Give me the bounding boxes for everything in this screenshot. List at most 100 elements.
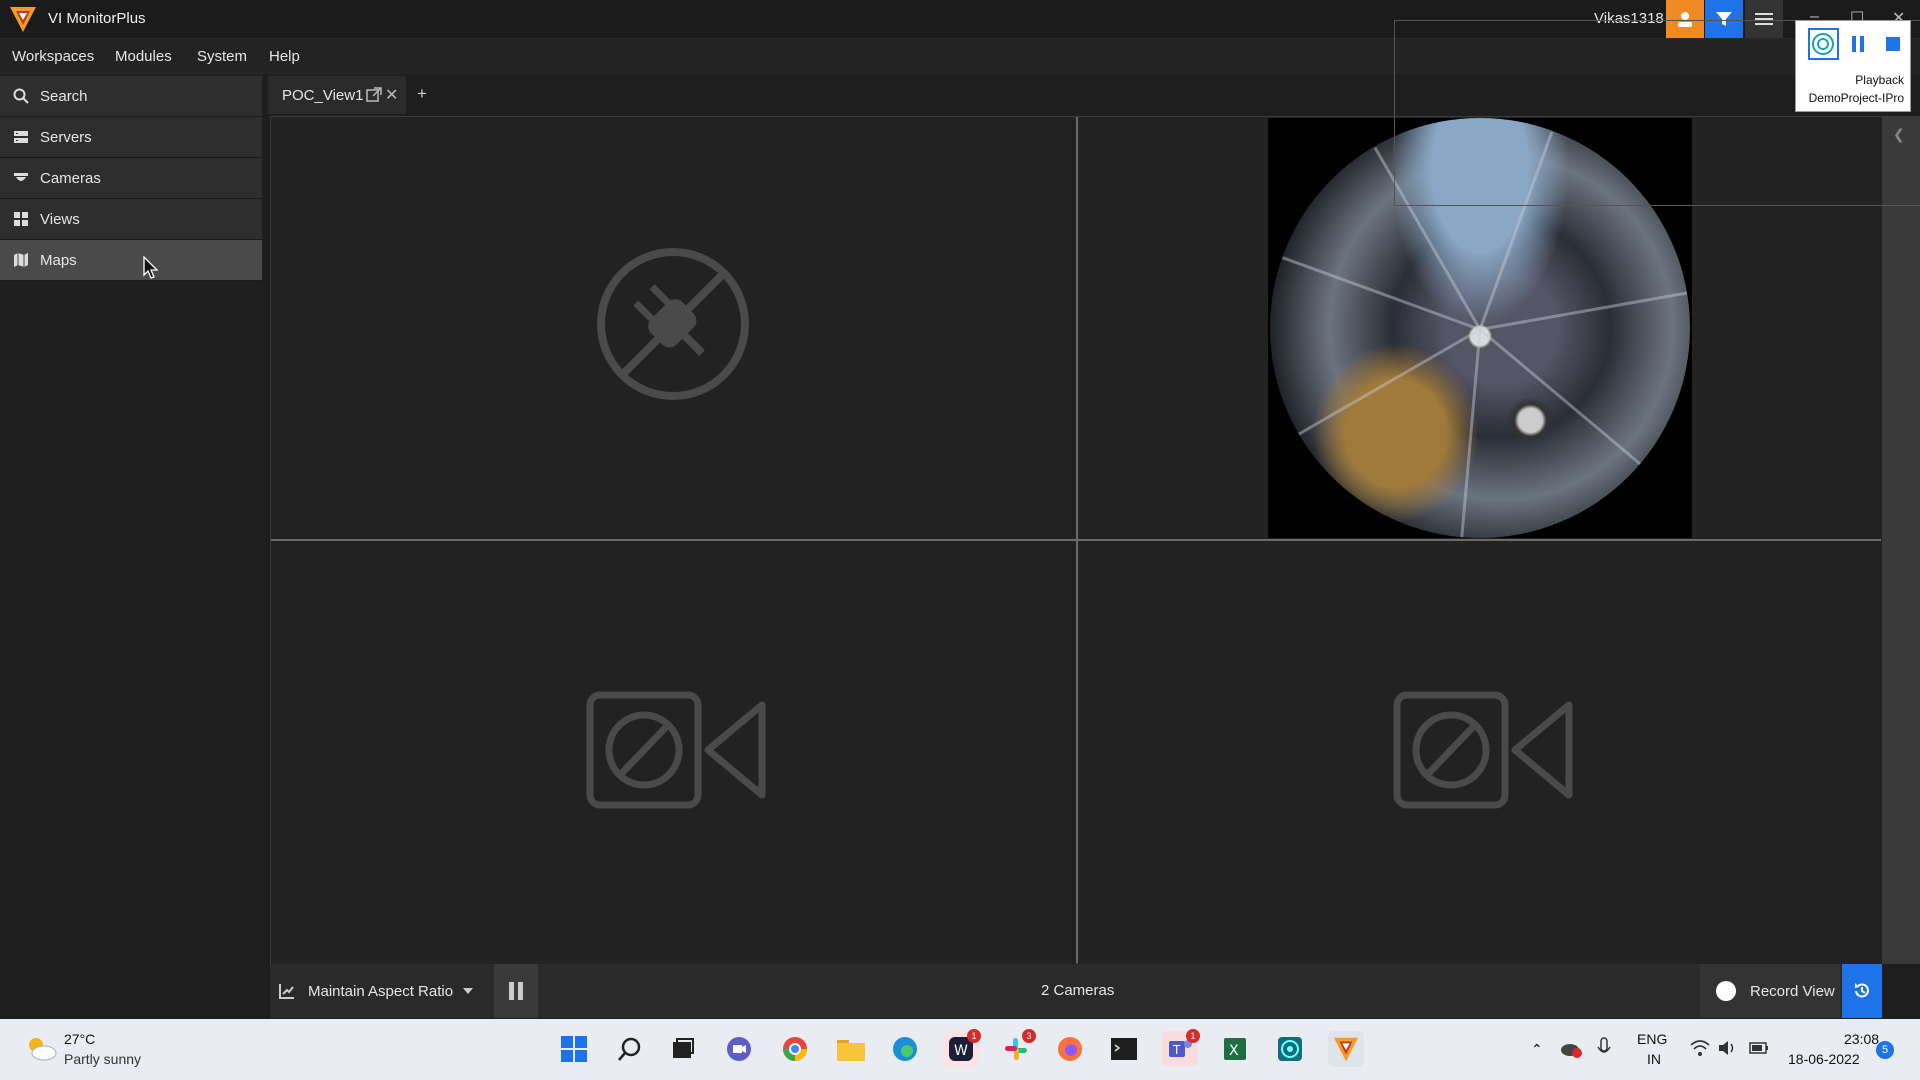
app-title: VI MonitorPlus bbox=[48, 10, 146, 27]
volume-icon[interactable] bbox=[1718, 1039, 1738, 1057]
chevron-up-icon[interactable]: ⌃ bbox=[1531, 1019, 1543, 1080]
app-gear-button[interactable] bbox=[1808, 28, 1839, 60]
sidebar-item-label: Views bbox=[40, 210, 80, 228]
pause-button[interactable] bbox=[1843, 28, 1874, 60]
microphone-icon[interactable] bbox=[1597, 1037, 1611, 1059]
folder-icon bbox=[837, 1040, 865, 1061]
tab-label: POC_View1 bbox=[282, 86, 364, 104]
menu-modules[interactable]: Modules bbox=[115, 48, 172, 65]
close-icon[interactable]: ✕ bbox=[385, 85, 398, 105]
excel-icon: X bbox=[1224, 1038, 1246, 1060]
svg-text:X: X bbox=[1229, 1043, 1239, 1059]
chrome-icon bbox=[783, 1037, 807, 1061]
weather-description[interactable]: Partly sunny bbox=[64, 1051, 141, 1067]
input-region[interactable]: IN bbox=[1647, 1051, 1661, 1067]
terminal-button[interactable] bbox=[1106, 1031, 1142, 1067]
grid-divider-horizontal bbox=[271, 539, 1881, 541]
svg-text:W: W bbox=[954, 1043, 968, 1059]
video-cell-3[interactable] bbox=[271, 541, 1076, 964]
history-icon bbox=[1855, 983, 1869, 998]
camera-dome-icon bbox=[12, 169, 30, 187]
menu-system[interactable]: System bbox=[197, 48, 247, 65]
ceiling-beam bbox=[1460, 329, 1482, 538]
stop-icon bbox=[1885, 37, 1900, 51]
sidebar-item-maps[interactable]: Maps bbox=[0, 240, 262, 281]
ceiling-beam bbox=[1479, 291, 1688, 331]
teams-button[interactable]: T 1 bbox=[1162, 1029, 1200, 1067]
edge-button[interactable] bbox=[887, 1031, 923, 1067]
camera-disabled-icon bbox=[586, 691, 766, 809]
record-dot-icon bbox=[1716, 981, 1736, 1001]
notification-badge: 1 bbox=[967, 1029, 981, 1043]
mouse-cursor-icon bbox=[143, 256, 159, 279]
sidebar-item-label: Servers bbox=[40, 128, 92, 146]
video-cell-1[interactable] bbox=[271, 117, 1076, 540]
file-explorer-button[interactable] bbox=[833, 1031, 869, 1067]
search-icon bbox=[618, 1037, 641, 1061]
webex-button[interactable]: W 1 bbox=[943, 1029, 981, 1067]
edge-icon bbox=[893, 1037, 917, 1061]
popup-mode-label: Playback bbox=[1855, 73, 1904, 87]
sidebar-item-cameras[interactable]: Cameras bbox=[0, 158, 262, 199]
app-logo-icon bbox=[10, 7, 36, 32]
notification-badge: 3 bbox=[1022, 1029, 1036, 1043]
aspect-ratio-dropdown[interactable]: Maintain Aspect Ratio bbox=[278, 964, 474, 1018]
pause-icon bbox=[509, 982, 523, 1000]
video-cell-4[interactable] bbox=[1078, 541, 1883, 964]
clock-time[interactable]: 23:08 bbox=[1844, 1031, 1879, 1047]
chrome-button[interactable] bbox=[777, 1031, 813, 1067]
partly-sunny-icon[interactable] bbox=[24, 1033, 58, 1063]
sidebar-item-servers[interactable]: Servers bbox=[0, 117, 262, 158]
battery-icon[interactable] bbox=[1749, 1041, 1769, 1055]
popout-icon[interactable] bbox=[366, 87, 382, 103]
svg-text:T: T bbox=[1172, 1043, 1181, 1057]
aspect-ratio-icon bbox=[279, 984, 294, 999]
gear-app-button[interactable] bbox=[1272, 1031, 1308, 1067]
weather-temperature[interactable]: 27°C bbox=[64, 1031, 95, 1047]
task-view-button[interactable] bbox=[665, 1031, 701, 1067]
right-panel-handle[interactable] bbox=[1882, 116, 1920, 964]
record-view-label: Record View bbox=[1750, 982, 1835, 1000]
sidebar-item-views[interactable]: Views bbox=[0, 199, 262, 240]
notification-badge: 1 bbox=[1186, 1029, 1200, 1043]
grid-toolbar: Maintain Aspect Ratio 2 Cameras Record V… bbox=[270, 964, 1882, 1018]
playback-tooltip-popup: Playback DemoProject-IPro bbox=[1795, 20, 1911, 112]
firefox-button[interactable] bbox=[1052, 1031, 1088, 1067]
slack-button[interactable]: 3 bbox=[998, 1029, 1036, 1067]
playback-history-button[interactable] bbox=[1842, 964, 1882, 1018]
teams-chat-button[interactable] bbox=[721, 1031, 757, 1067]
wifi-icon[interactable] bbox=[1690, 1039, 1710, 1057]
tab-poc-view1[interactable]: POC_View1 ✕ bbox=[268, 76, 406, 114]
popup-toolbar bbox=[1808, 27, 1908, 61]
camera-disabled-icon bbox=[1393, 691, 1573, 809]
terminal-icon bbox=[1111, 1038, 1137, 1060]
gear-app-icon bbox=[1278, 1037, 1302, 1061]
notification-count-badge[interactable]: 5 bbox=[1876, 1041, 1894, 1059]
unplugged-icon bbox=[597, 248, 749, 400]
add-tab-button[interactable]: + bbox=[417, 84, 427, 104]
sidebar-item-label: Cameras bbox=[40, 169, 101, 187]
pause-button[interactable] bbox=[494, 964, 538, 1018]
vi-monitorplus-button[interactable] bbox=[1328, 1031, 1364, 1067]
start-button[interactable] bbox=[556, 1031, 592, 1067]
map-icon bbox=[12, 251, 30, 269]
stop-button[interactable] bbox=[1877, 28, 1908, 60]
search-icon bbox=[12, 87, 30, 105]
onedrive-error-icon[interactable] bbox=[1560, 1039, 1582, 1059]
menu-help[interactable]: Help bbox=[269, 48, 300, 65]
taskbar-search-button[interactable] bbox=[612, 1031, 648, 1067]
sidebar-item-search[interactable]: Search bbox=[0, 76, 262, 117]
clock-date[interactable]: 18-06-2022 bbox=[1788, 1051, 1860, 1067]
sidebar: Search Servers Cameras Views Maps bbox=[0, 76, 262, 1019]
excel-button[interactable]: X bbox=[1217, 1031, 1253, 1067]
record-view-toggle[interactable]: Record View bbox=[1700, 964, 1840, 1018]
ceiling-beam bbox=[1479, 328, 1642, 466]
input-language[interactable]: ENG bbox=[1637, 1031, 1667, 1047]
firefox-icon bbox=[1058, 1037, 1082, 1061]
popup-project-label: DemoProject-IPro bbox=[1808, 91, 1904, 105]
ceiling-beam bbox=[1282, 256, 1481, 331]
app-logo-icon bbox=[1333, 1037, 1359, 1062]
menu-workspaces[interactable]: Workspaces bbox=[12, 48, 94, 65]
aspect-ratio-label: Maintain Aspect Ratio bbox=[308, 982, 454, 1000]
sidebar-item-label: Maps bbox=[40, 251, 77, 269]
